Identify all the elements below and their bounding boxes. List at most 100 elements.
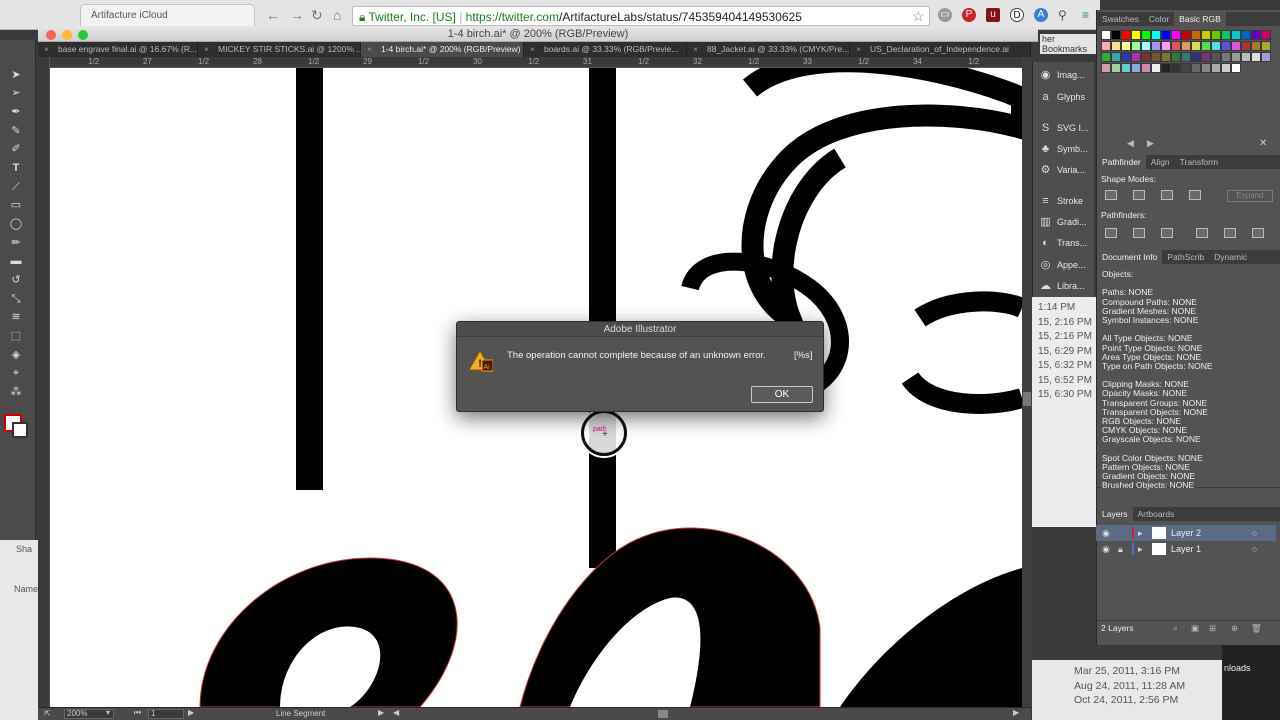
color-swatch[interactable] xyxy=(1211,63,1221,73)
color-swatch[interactable] xyxy=(1231,52,1241,62)
color-swatch[interactable] xyxy=(1151,30,1161,40)
tab-swatches[interactable]: Swatches xyxy=(1097,12,1144,26)
target-icon[interactable]: ○ xyxy=(1252,541,1257,557)
tab-artboards[interactable]: Artboards xyxy=(1133,507,1180,521)
cast-icon[interactable]: ▭ xyxy=(938,8,952,22)
color-swatch[interactable] xyxy=(1101,41,1111,51)
downloads-stack[interactable]: nloads xyxy=(1222,645,1280,720)
warp-tool-icon[interactable]: ≋ xyxy=(8,310,24,324)
close-window-icon[interactable] xyxy=(46,30,56,40)
artboard-field[interactable]: 1 xyxy=(148,709,184,719)
close-tab-icon[interactable]: × xyxy=(204,42,209,57)
visibility-eye-icon[interactable]: ◉ xyxy=(1102,541,1110,557)
color-swatch[interactable] xyxy=(1201,41,1211,51)
minus-front-icon[interactable] xyxy=(1133,190,1145,200)
close-panel-icon[interactable]: ✕ xyxy=(1259,138,1267,149)
first-artboard-icon[interactable]: ⏮ xyxy=(134,708,141,718)
color-swatch[interactable] xyxy=(1201,30,1211,40)
color-swatch[interactable] xyxy=(1201,63,1211,73)
scroll-right-icon[interactable]: ▶ xyxy=(1013,708,1019,717)
panel-appearance[interactable]: ◎ Appe... xyxy=(1033,255,1095,276)
doc-tab-active[interactable]: × 1-4 birch.ai* @ 200% (RGB/Preview) xyxy=(361,42,524,57)
color-swatch[interactable] xyxy=(1181,63,1191,73)
color-swatch[interactable] xyxy=(1111,41,1121,51)
new-sublayer-icon[interactable]: ⊞ xyxy=(1209,623,1216,634)
color-swatch[interactable] xyxy=(1211,52,1221,62)
tab-align[interactable]: Align xyxy=(1146,155,1175,169)
visibility-eye-icon[interactable]: ◉ xyxy=(1102,525,1110,541)
doc-tab[interactable]: × US_Declaration_of_Independence.ai xyxy=(850,42,1031,57)
color-swatch[interactable] xyxy=(1171,30,1181,40)
color-swatch[interactable] xyxy=(1201,52,1211,62)
trim-icon[interactable] xyxy=(1133,228,1145,238)
color-swatch[interactable] xyxy=(1161,63,1171,73)
color-swatch[interactable] xyxy=(1121,52,1131,62)
color-swatch[interactable] xyxy=(1191,41,1201,51)
color-swatch[interactable] xyxy=(1191,63,1201,73)
color-swatch[interactable] xyxy=(1151,63,1161,73)
color-swatch[interactable] xyxy=(1211,30,1221,40)
color-swatch[interactable] xyxy=(1181,30,1191,40)
artboard-nav-icon[interactable]: ⇱ xyxy=(44,709,51,718)
color-swatch[interactable] xyxy=(1251,52,1261,62)
color-swatch[interactable] xyxy=(1221,52,1231,62)
color-swatch[interactable] xyxy=(1161,41,1171,51)
scale-tool-icon[interactable]: ⤡ xyxy=(8,292,24,306)
color-swatch[interactable] xyxy=(1261,41,1271,51)
doc-tab[interactable]: × MICKEY STIR STICKS.ai @ 1200% ... xyxy=(198,42,363,57)
other-bookmarks[interactable]: her Bookmarks xyxy=(1040,34,1100,54)
color-swatch[interactable] xyxy=(1241,30,1251,40)
free-transform-tool-icon[interactable]: ⬚ xyxy=(8,329,24,343)
panel-gradient[interactable]: ▥ Gradi... xyxy=(1033,212,1095,233)
ellipse-tool-icon[interactable]: ◯ xyxy=(8,217,24,231)
color-swatch[interactable] xyxy=(1121,30,1131,40)
layer-name[interactable]: Layer 2 xyxy=(1171,525,1201,541)
expand-button[interactable]: Expand xyxy=(1227,190,1273,202)
close-tab-icon[interactable]: × xyxy=(530,42,535,57)
color-swatch[interactable] xyxy=(1131,41,1141,51)
color-swatch[interactable] xyxy=(1141,30,1151,40)
merge-icon[interactable] xyxy=(1161,228,1173,238)
star-icon[interactable]: ☆ xyxy=(912,8,925,25)
color-swatch[interactable] xyxy=(1171,63,1181,73)
ok-button[interactable]: OK xyxy=(751,386,813,403)
selection-tool-icon[interactable]: ➤ xyxy=(8,68,24,82)
divide-icon[interactable] xyxy=(1105,228,1117,238)
scroll-thumb[interactable] xyxy=(1023,392,1031,406)
make-clipping-mask-icon[interactable]: ▣ xyxy=(1191,623,1199,634)
tab-color[interactable]: Color xyxy=(1144,12,1174,26)
color-swatch[interactable] xyxy=(1161,52,1171,62)
home-icon[interactable]: ⌂ xyxy=(333,8,341,22)
reload-icon[interactable]: ↻ xyxy=(311,8,323,22)
intersect-icon[interactable] xyxy=(1161,190,1173,200)
tab-layers[interactable]: Layers xyxy=(1097,507,1133,521)
panel-variables[interactable]: ⚙ Varia... xyxy=(1033,160,1095,181)
color-swatch[interactable] xyxy=(1231,41,1241,51)
color-swatch[interactable] xyxy=(1231,63,1241,73)
status-menu-icon[interactable]: ▶ xyxy=(378,708,384,717)
layer-row[interactable]: ◉ 🔒︎ ▸ Layer 1 ○ xyxy=(1096,541,1276,557)
lock-icon[interactable]: 🔒︎ xyxy=(1118,541,1123,557)
color-swatch[interactable] xyxy=(1241,52,1251,62)
doc-tab[interactable]: × base engrave final.ai @ 16.67% (R... xyxy=(38,42,198,57)
outline-icon[interactable] xyxy=(1224,228,1236,238)
color-swatch[interactable] xyxy=(1151,41,1161,51)
color-swatch[interactable] xyxy=(1131,63,1141,73)
color-swatch[interactable] xyxy=(1251,30,1261,40)
eyedropper-tool-icon[interactable]: ⌖ xyxy=(8,366,24,380)
color-swatch[interactable] xyxy=(1131,52,1141,62)
color-swatch[interactable] xyxy=(1221,30,1231,40)
type-tool-icon[interactable]: T xyxy=(8,161,24,175)
panel-glyphs[interactable]: a Glyphs xyxy=(1033,87,1095,108)
stroke-swatch[interactable] xyxy=(12,422,28,438)
browser-tab[interactable]: Artifacture iCloud xyxy=(80,4,255,26)
color-swatch[interactable] xyxy=(1211,41,1221,51)
target-icon[interactable]: ○ xyxy=(1252,525,1257,541)
swatch-scroll-right-icon[interactable]: ▶ xyxy=(1147,138,1154,149)
close-tab-icon[interactable]: × xyxy=(44,42,49,57)
panel-svg-interactivity[interactable]: S SVG I... xyxy=(1033,118,1095,139)
tab-basic-rgb[interactable]: Basic RGB xyxy=(1174,12,1226,26)
pen-tool-icon[interactable]: ✒ xyxy=(8,105,24,119)
zoom-dropdown-icon[interactable]: ▾ xyxy=(106,708,110,717)
color-swatch[interactable] xyxy=(1251,41,1261,51)
